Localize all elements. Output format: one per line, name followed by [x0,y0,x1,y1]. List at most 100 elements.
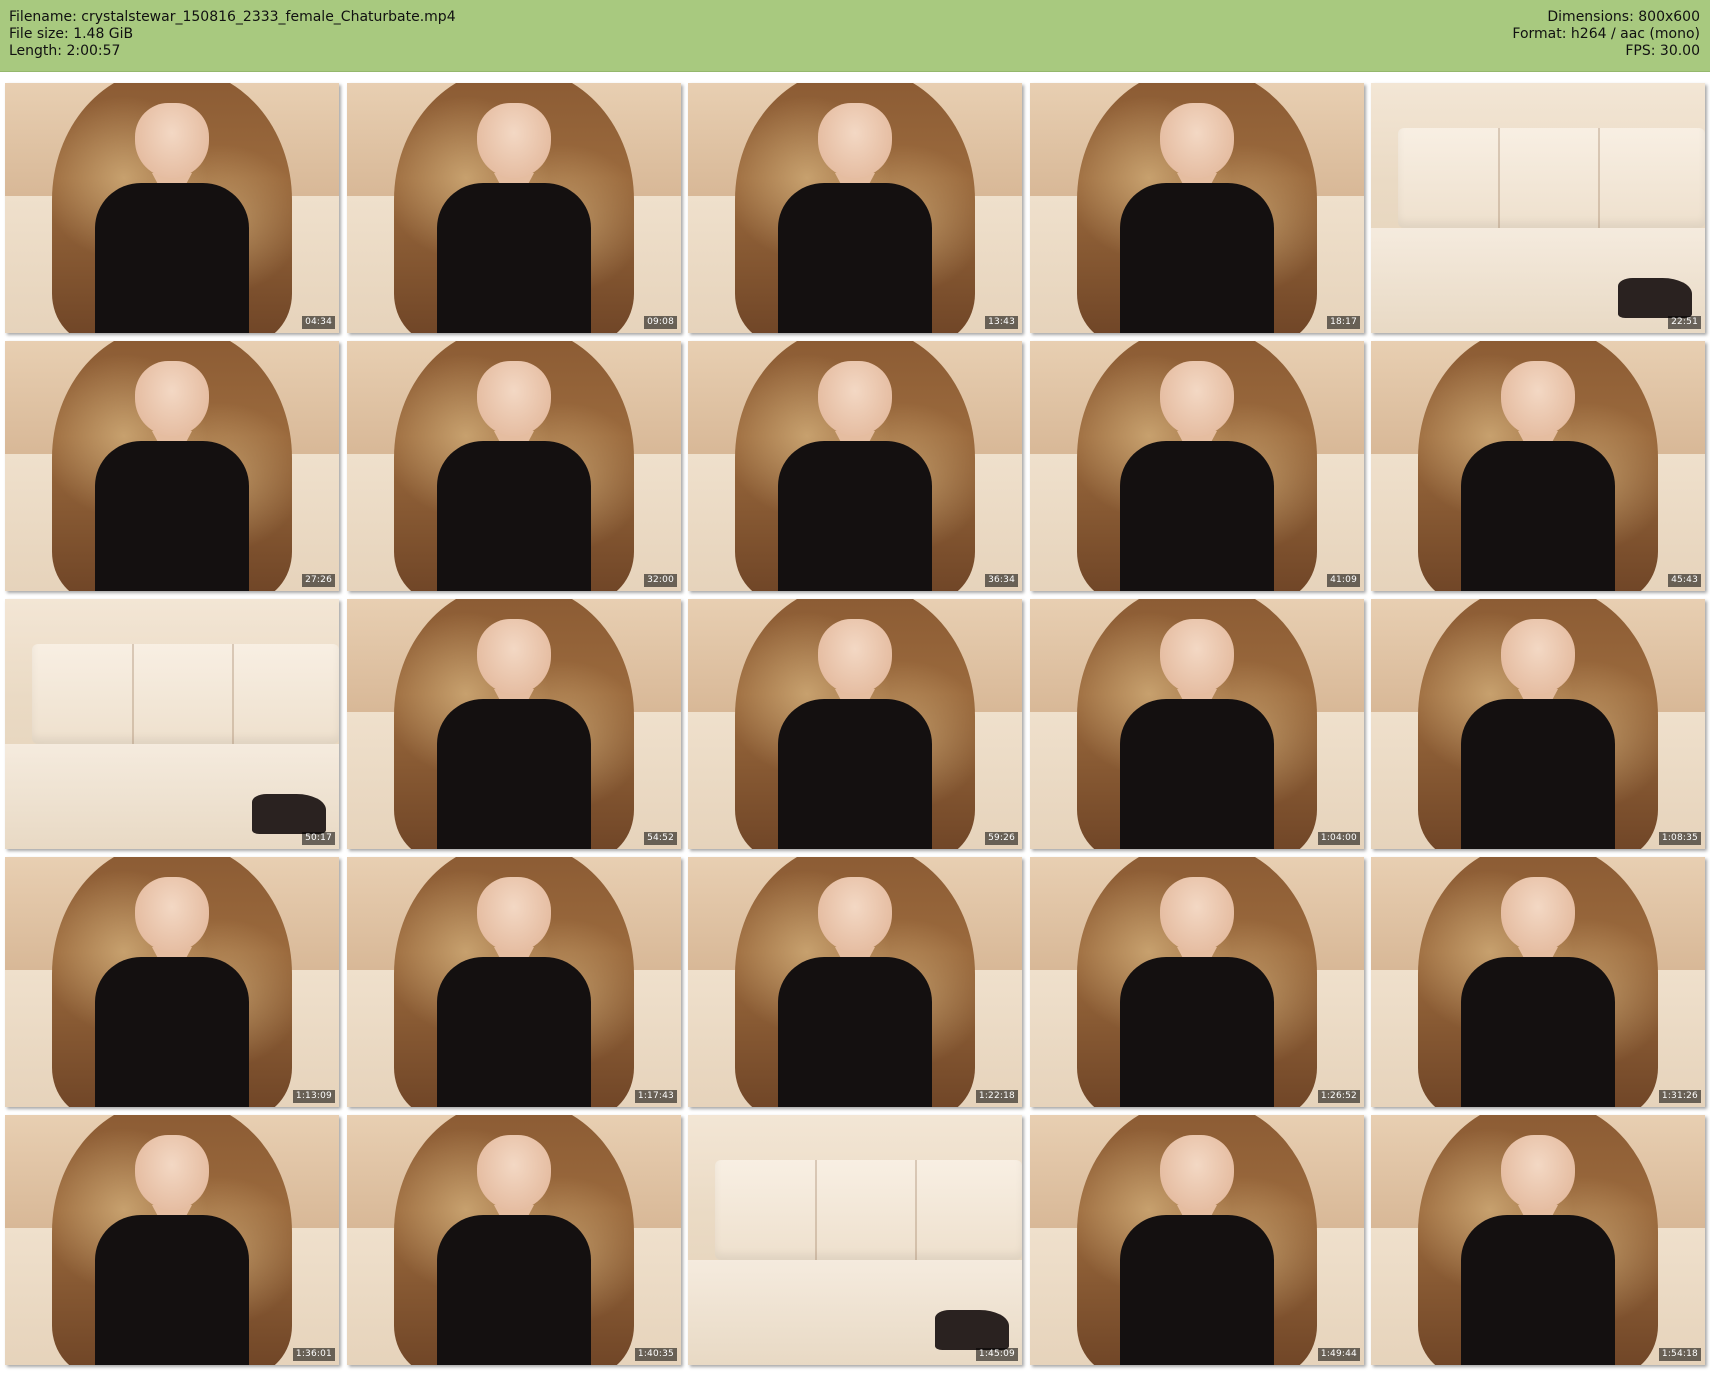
frame-shirt [437,183,591,333]
header-left: Filename: crystalstewar_150816_2333_fema… [9,9,456,60]
thumbnail-frame: 1:49:44 [1030,1115,1364,1365]
frame-shirt [1120,183,1274,333]
thumbnail-frame: 1:40:35 [347,1115,681,1365]
frame-shirt [1120,957,1274,1107]
frame-face [477,1135,551,1210]
thumbnail-frame: 1:08:35 [1371,599,1705,849]
frame-prop [935,1310,1009,1350]
timestamp-label: 41:09 [1327,574,1360,587]
thumbnail-frame: 13:43 [688,83,1022,333]
timestamp-label: 1:54:18 [1658,1348,1701,1361]
frame-face [477,877,551,952]
thumbnail-frame: 18:17 [1030,83,1364,333]
frame-face [1501,877,1575,952]
thumbnail-frame: 45:43 [1371,341,1705,591]
format-text: Format: h264 / aac (mono) [1512,26,1700,42]
frame-seam [131,644,134,744]
thumbnail-frame: 36:34 [688,341,1022,591]
frame-face [477,103,551,178]
frame-shirt [1120,1215,1274,1365]
timestamp-label: 1:13:09 [292,1090,335,1103]
timestamp-label: 32:00 [644,574,677,587]
frame-back [31,644,339,744]
frame-face [818,103,892,178]
frame-shirt [1461,1215,1615,1365]
frame-face [818,619,892,694]
frame-face [1160,877,1234,952]
timestamp-label: 1:04:00 [1317,832,1360,845]
frame-shirt [1120,441,1274,591]
info-header: Filename: crystalstewar_150816_2333_fema… [0,0,1710,72]
frame-shirt [437,957,591,1107]
frame-face [477,361,551,436]
frame-face [1501,1135,1575,1210]
thumbnail-frame: 04:34 [5,83,339,333]
length-text: Length: 2:00:57 [9,43,121,59]
frame-prop [252,794,326,834]
timestamp-label: 27:26 [302,574,335,587]
frame-face [1160,103,1234,178]
frame-face [1501,619,1575,694]
thumbnail-frame: 1:04:00 [1030,599,1364,849]
timestamp-label: 36:34 [985,574,1018,587]
timestamp-label: 45:43 [1668,574,1701,587]
timestamp-label: 59:26 [985,832,1018,845]
timestamp-label: 1:36:01 [292,1348,335,1361]
frame-face [1160,361,1234,436]
frame-shirt [778,183,932,333]
thumbnail-frame: 1:26:52 [1030,857,1364,1107]
frame-face [1501,361,1575,436]
frame-face [135,877,209,952]
thumbnail-frame: 41:09 [1030,341,1364,591]
thumbnail-frame: 1:54:18 [1371,1115,1705,1365]
timestamp-label: 1:22:18 [975,1090,1018,1103]
frame-shirt [95,441,249,591]
timestamp-label: 1:45:09 [975,1348,1018,1361]
thumbnail-frame: 59:26 [688,599,1022,849]
timestamp-label: 54:52 [644,832,677,845]
frame-face [1160,619,1234,694]
frame-face [818,361,892,436]
frame-seam [1497,128,1500,228]
frame-shirt [778,957,932,1107]
thumbnail-frame: 50:17 [5,599,339,849]
thumbnail-frame: 1:36:01 [5,1115,339,1365]
frame-shirt [1461,441,1615,591]
frame-face [477,619,551,694]
filesize-text: File size: 1.48 GiB [9,26,134,42]
timestamp-label: 04:34 [302,316,335,329]
fps-text: FPS: 30.00 [1625,43,1700,59]
timestamp-label: 1:17:43 [634,1090,677,1103]
frame-shirt [778,699,932,849]
filename-text: Filename: crystalstewar_150816_2333_fema… [9,9,456,25]
frame-shirt [1461,957,1615,1107]
thumbnail-frame: 09:08 [347,83,681,333]
timestamp-label: 1:40:35 [634,1348,677,1361]
header-right: Dimensions: 800x600 Format: h264 / aac (… [1512,9,1700,60]
frame-shirt [778,441,932,591]
frame-face [135,361,209,436]
timestamp-label: 22:51 [1668,316,1701,329]
frame-seam [814,1160,817,1260]
thumbnail-frame: 1:17:43 [347,857,681,1107]
timestamp-label: 18:17 [1327,316,1360,329]
frame-face [135,1135,209,1210]
frame-shirt [437,441,591,591]
thumbnail-frame: 1:13:09 [5,857,339,1107]
frame-shirt [437,699,591,849]
frame-face [818,877,892,952]
timestamp-label: 1:08:35 [1658,832,1701,845]
frame-shirt [95,183,249,333]
timestamp-label: 1:49:44 [1317,1348,1360,1361]
frame-seam [915,1160,918,1260]
thumbnail-frame: 1:22:18 [688,857,1022,1107]
thumbnail-frame: 54:52 [347,599,681,849]
frame-shirt [1120,699,1274,849]
frame-seam [1598,128,1601,228]
timestamp-label: 13:43 [985,316,1018,329]
timestamp-label: 1:26:52 [1317,1090,1360,1103]
frame-prop [1618,278,1692,318]
dimensions-text: Dimensions: 800x600 [1547,9,1700,25]
thumbnail-frame: 22:51 [1371,83,1705,333]
thumbnail-frame: 27:26 [5,341,339,591]
